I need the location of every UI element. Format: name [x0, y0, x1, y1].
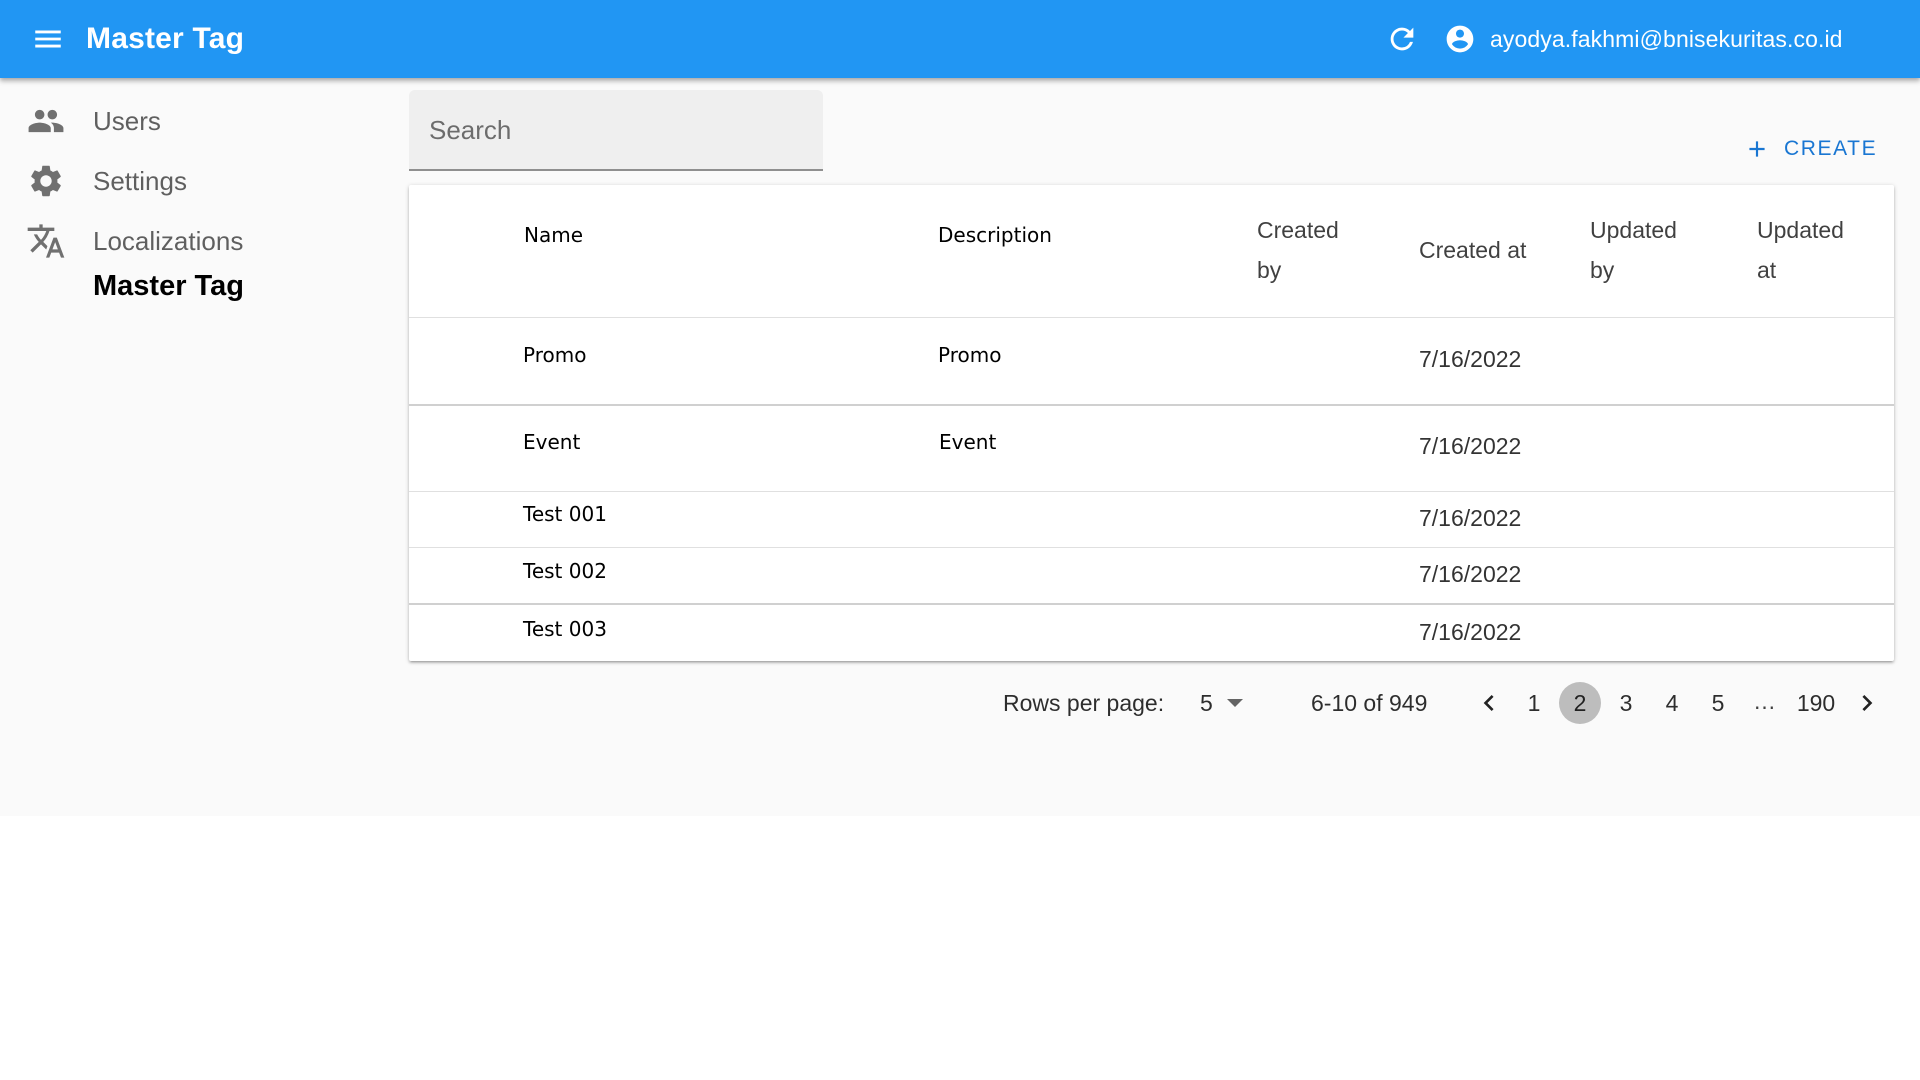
menu-icon [35, 30, 61, 48]
plus-icon [1749, 141, 1765, 157]
chevron-right-icon [1862, 695, 1873, 711]
sidebar-item-settings[interactable]: Settings [0, 152, 380, 210]
refresh-icon [1390, 27, 1414, 51]
table-row[interactable]: Promo Promo 7/16/2022 [409, 318, 1894, 404]
rows-per-page-value: 5 [1200, 689, 1213, 716]
rows-per-page-label: Rows per page: [1003, 690, 1165, 716]
user-email: ayodya.fakhmi@bnisekuritas.co.id [1490, 25, 1843, 52]
cell-name: Event [523, 430, 581, 454]
caret-down-icon [1226, 699, 1243, 707]
column-header-line: Updated [1590, 217, 1677, 243]
pagination-range: 6-10 of 949 [1311, 690, 1428, 716]
chevron-left-icon [1483, 695, 1494, 711]
search-input[interactable] [429, 112, 799, 148]
user-menu-button[interactable]: ayodya.fakhmi@bnisekuritas.co.id [1444, 15, 1843, 63]
menu-button[interactable] [20, 15, 76, 63]
account-circle-icon [1446, 25, 1474, 53]
sidebar-item-users[interactable]: Users [0, 92, 380, 150]
cell-name: Test 003 [523, 617, 607, 641]
column-header-line: Created [1257, 217, 1339, 243]
next-page-button[interactable] [1846, 682, 1888, 724]
column-header-line: by [1257, 257, 1282, 283]
column-header-name[interactable]: Name [524, 223, 583, 247]
page-title: Master Tag [86, 22, 245, 55]
gear-icon [26, 161, 66, 201]
cell-name: Test 001 [523, 502, 607, 526]
column-header-updated-by[interactable]: Updated by [1590, 210, 1677, 290]
people-icon [26, 101, 66, 141]
page-button-2[interactable]: 2 [1559, 682, 1601, 724]
page-button-last[interactable]: 190 [1789, 682, 1843, 724]
column-header-updated-at[interactable]: Updated at [1757, 210, 1844, 290]
data-table: Name Description Created by Created at U… [409, 185, 1894, 661]
column-header-line: Updated [1757, 217, 1844, 243]
refresh-button[interactable] [1376, 15, 1428, 63]
sidebar-item-localizations[interactable]: Localizations [0, 212, 380, 270]
sidebar-item-label: Users [93, 105, 161, 136]
column-header-created-by[interactable]: Created by [1257, 210, 1339, 290]
rows-per-page-select[interactable]: 5 [1200, 684, 1260, 722]
cell-description: Event [939, 430, 997, 454]
column-header-created-at[interactable]: Created at [1419, 230, 1526, 270]
cell-name: Promo [523, 343, 587, 367]
table-row[interactable]: Test 002 7/16/2022 [409, 548, 1894, 603]
translate-icon [26, 221, 66, 261]
cell-created-at: 7/16/2022 [1419, 346, 1522, 372]
cell-description: Promo [938, 343, 1002, 367]
pagination: Rows per page: 5 6-10 of 949 1 2 3 4 5 …… [0, 680, 1920, 726]
cell-created-at: 7/16/2022 [1419, 433, 1522, 459]
table-row[interactable]: Event Event 7/16/2022 [409, 406, 1894, 491]
cell-created-at: 7/16/2022 [1419, 505, 1522, 531]
search-field[interactable] [409, 90, 823, 171]
sidebar-item-label: Localizations [93, 225, 244, 256]
create-button-label: CREATE [1784, 137, 1878, 160]
create-button[interactable]: CREATE [1744, 129, 1877, 169]
cell-name: Test 002 [523, 559, 607, 583]
sidebar-subitem-master-tag[interactable]: Master Tag [93, 270, 244, 303]
column-header-description[interactable]: Description [938, 223, 1052, 247]
page-button-4[interactable]: 4 [1651, 682, 1693, 724]
page-button-5[interactable]: 5 [1697, 682, 1739, 724]
page-button-1[interactable]: 1 [1513, 682, 1555, 724]
column-header-line: at [1757, 257, 1777, 283]
table-row[interactable]: Test 001 7/16/2022 [409, 492, 1894, 547]
page-button-3[interactable]: 3 [1605, 682, 1647, 724]
cell-created-at: 7/16/2022 [1419, 561, 1522, 587]
table-row[interactable]: Test 003 7/16/2022 [409, 605, 1894, 661]
column-header-line: by [1590, 257, 1615, 283]
cell-created-at: 7/16/2022 [1419, 619, 1522, 645]
sidebar-item-label: Settings [93, 165, 187, 196]
pagination-ellipsis: … [1753, 688, 1776, 714]
app-root: Master Tag ayodya.fakhmi@bnisekuritas.co… [0, 0, 1920, 816]
app-bar: Master Tag ayodya.fakhmi@bnisekuritas.co… [0, 0, 1920, 78]
previous-page-button[interactable] [1468, 682, 1510, 724]
